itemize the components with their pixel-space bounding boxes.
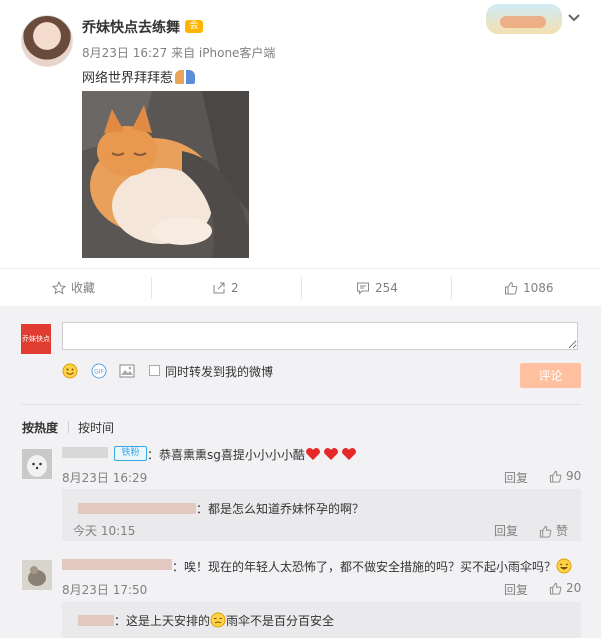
comment-like-button[interactable]: 90 (549, 469, 581, 483)
sub-reply-time: 今天 10:15 (73, 524, 136, 538)
comment-like-count: 90 (566, 469, 582, 483)
post-image[interactable] (82, 91, 249, 258)
favorite-label: 收藏 (71, 281, 96, 295)
gif-label: GIF (94, 369, 104, 376)
comment-count: 254 (375, 281, 398, 295)
sub-reply-text-content: ：都是怎么知道乔妹怀孕的啊？ (196, 502, 365, 516)
forward-checkbox[interactable] (149, 365, 160, 376)
comment-text: ：唉！现在的年轻人太恐怖了，都不做安全措施的吗？买不起小雨伞吗？ (172, 558, 572, 575)
sort-by-hot[interactable]: 按热度 (22, 419, 58, 436)
laughing-emoji-icon (556, 558, 572, 574)
sub-reply-button[interactable]: 回复 (494, 522, 518, 539)
like-button[interactable]: 1086 (504, 269, 554, 307)
comment-icon (357, 282, 369, 295)
divider (21, 404, 581, 405)
action-bar: 收藏 2 254 1086 (0, 268, 601, 307)
sub-reply-colon: ： (114, 614, 127, 628)
sub-reply-text-part2: 雨伞不是百分百安全 (226, 614, 335, 628)
comment-button[interactable]: 254 (356, 269, 398, 307)
comment-input[interactable] (62, 322, 578, 350)
comment-time: 8月23日 17:50 (62, 583, 148, 597)
post-meta: 8月23日 16:27 来自 iPhone客户端 (82, 46, 276, 60)
commenter-avatar[interactable] (22, 560, 52, 590)
sub-reply-text: ：都是怎么知道乔妹怀孕的啊？ (78, 500, 364, 517)
forward-count: 2 (231, 281, 239, 295)
family-emoji-icon (175, 70, 196, 84)
commenter-avatar[interactable] (22, 449, 52, 479)
reply-button[interactable]: 回复 (504, 469, 528, 486)
comment-text-content: ：唉！现在的年轻人太恐怖了，都不做安全措施的吗？买不起小雨伞吗？ (172, 560, 557, 574)
my-avatar[interactable]: 乔妹快点 (21, 324, 51, 354)
post-text-content: 网络世界拜拜惹 (82, 71, 174, 86)
comment-time: 8月23日 16:29 (62, 471, 148, 485)
chevron-down-icon[interactable] (566, 10, 582, 26)
sub-like-label: 赞 (556, 524, 569, 538)
action-separator (151, 277, 152, 299)
crying-emoji-icon (210, 612, 226, 628)
cat-photo (82, 91, 249, 258)
sub-reply-text-part1: 这是上天安排的 (126, 614, 211, 628)
forward-button[interactable]: 2 (212, 269, 239, 307)
thumbs-up-icon (505, 281, 518, 295)
author-name[interactable]: 乔妹快点去练舞 (82, 17, 180, 37)
forward-to-my-weibo-label: 同时转发到我的微博 (165, 365, 274, 379)
author-avatar[interactable] (21, 15, 73, 67)
sub-like-button[interactable]: 赞 (539, 522, 568, 539)
emoji-icon[interactable] (62, 363, 78, 379)
favorite-button[interactable]: 收藏 (51, 269, 96, 307)
post-text: 网络世界拜拜惹 (82, 67, 196, 86)
like-count: 1086 (523, 281, 554, 295)
commenter-name[interactable] (62, 446, 108, 460)
thumbs-up-icon (539, 525, 552, 538)
post: 乔妹快点去练舞 会 8月23日 16:27 来自 iPhone客户端 网络世界拜… (0, 0, 601, 268)
image-icon[interactable] (119, 363, 135, 379)
action-separator (301, 277, 302, 299)
submit-comment-button[interactable]: 评论 (520, 363, 581, 388)
sort-separator (68, 421, 69, 433)
comment-text-content: ：恭喜熏熏sg喜提小小小小酷 (147, 448, 305, 462)
thumbs-up-icon (549, 582, 562, 595)
commenter-name[interactable] (62, 558, 172, 572)
masked-name (78, 503, 196, 514)
masked-name (62, 447, 108, 458)
reply-button[interactable]: 回复 (504, 581, 528, 598)
thumbs-up-icon (549, 470, 562, 483)
weibo-card: 乔妹快点去练舞 会 8月23日 16:27 来自 iPhone客户端 网络世界拜… (0, 0, 601, 638)
gif-icon[interactable]: GIF (91, 363, 107, 379)
forward-icon (213, 282, 225, 294)
iron-fan-badge: 铁粉 (114, 446, 147, 461)
masked-name (78, 615, 114, 626)
sub-reply-text: ：这是上天安排的 雨伞不是百分百安全 (78, 612, 334, 629)
masked-name (62, 559, 172, 570)
sort-by-time[interactable]: 按时间 (78, 419, 114, 436)
vip-icon: 会 (185, 20, 203, 33)
hearts-icon (305, 448, 356, 460)
decoration-banner (486, 4, 562, 34)
action-separator (451, 277, 452, 299)
star-icon (51, 280, 67, 295)
comment-text: ：恭喜熏熏sg喜提小小小小酷 (147, 446, 359, 463)
comment-like-button[interactable]: 20 (549, 581, 581, 595)
comment-like-count: 20 (566, 581, 582, 595)
